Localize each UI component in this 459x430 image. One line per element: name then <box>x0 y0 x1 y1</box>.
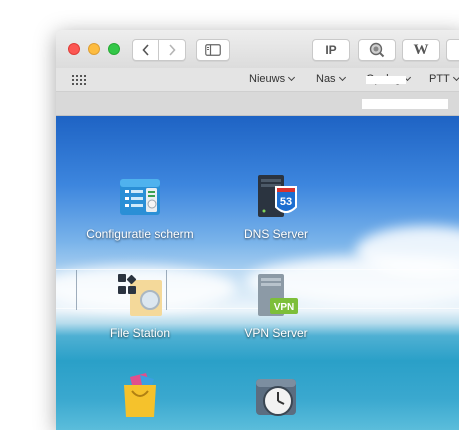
bookmark-label: Nas <box>316 73 336 85</box>
dns-server-icon: 53 <box>252 173 300 221</box>
chevron-left-icon <box>141 44 149 56</box>
nav-buttons <box>132 39 186 61</box>
wikipedia-button-label: W <box>413 41 429 58</box>
magnifier-icon <box>369 42 385 58</box>
app-vpn-server[interactable]: VPN VPN Server <box>201 272 351 340</box>
app-label: File Station <box>109 326 171 340</box>
app-configuratie-scherm[interactable]: Configuratie scherm <box>65 173 215 241</box>
bookmark-nieuws[interactable]: Nieuws <box>249 73 296 85</box>
zoom-button[interactable] <box>108 43 120 55</box>
bookmark-label: PTT <box>429 73 450 85</box>
minimize-button[interactable] <box>88 43 100 55</box>
app-label: Configuratie scherm <box>86 227 194 241</box>
vpn-server-icon: VPN <box>252 272 300 320</box>
tab-bar <box>56 92 459 116</box>
ip-button-label: IP <box>325 43 337 57</box>
search-extension-button[interactable] <box>358 39 396 61</box>
app-label: DNS Server <box>243 227 308 241</box>
bookmarks-bar: Nieuws Nas Opslag PTT <box>56 68 459 92</box>
vpn-badge-text: VPN <box>274 302 295 313</box>
top-sites-grid-icon[interactable] <box>72 75 86 85</box>
forward-button[interactable] <box>159 39 186 61</box>
dns-badge-text: 53 <box>280 196 292 208</box>
chevron-down-icon <box>338 73 346 82</box>
ip-button[interactable]: IP <box>312 39 350 61</box>
back-button[interactable] <box>132 39 159 61</box>
redacted-tab-title <box>362 99 448 109</box>
redacted-overlay <box>366 76 406 84</box>
wikipedia-button[interactable]: W <box>402 39 440 61</box>
chevron-down-icon <box>452 73 459 82</box>
chevron-right-icon <box>169 44 176 56</box>
bookmark-nas[interactable]: Nas <box>316 73 346 85</box>
control-panel-icon <box>116 173 164 221</box>
title-bar: IP W <box>56 30 459 68</box>
sidebar-button[interactable] <box>196 39 230 61</box>
sidebar-icon <box>205 44 221 56</box>
app-dns-server[interactable]: 53 DNS Server <box>201 173 351 241</box>
time-backup-icon <box>252 371 300 419</box>
extension-button[interactable] <box>446 39 459 61</box>
browser-window: IP W Nieuws Nas Opslag PTT <box>56 30 459 430</box>
close-button[interactable] <box>68 43 80 55</box>
app-package-center[interactable] <box>65 371 215 425</box>
nas-desktop: Configuratie scherm 53 DNS Server File S… <box>56 116 459 430</box>
file-station-icon <box>116 272 164 320</box>
app-time-backup[interactable] <box>201 371 351 425</box>
app-label: VPN Server <box>244 326 308 340</box>
app-file-station[interactable]: File Station <box>65 272 215 340</box>
bookmark-ptt[interactable]: PTT <box>429 73 459 85</box>
chevron-down-icon <box>288 73 296 82</box>
package-center-icon <box>116 371 164 419</box>
bookmark-label: Nieuws <box>249 73 286 85</box>
